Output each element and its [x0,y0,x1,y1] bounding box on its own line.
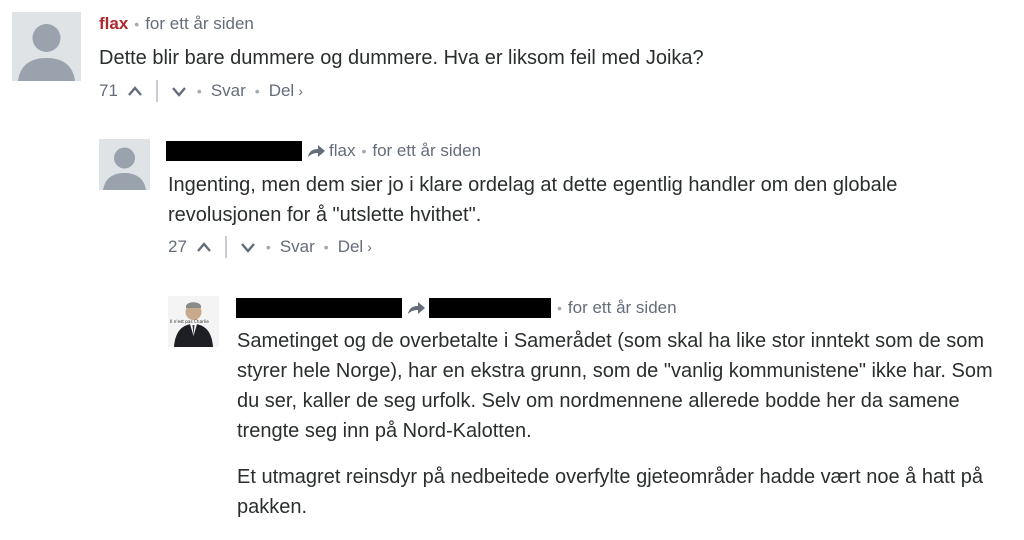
comment-footer: 71 • Svar • Del › [99,80,303,102]
comment-body: Sametinget og de overbetalte i Samerådet… [237,326,1017,538]
default-avatar-icon [99,139,150,190]
vote-count: 71 [99,81,118,100]
comment-paragraph: Sametinget og de overbetalte i Samerådet… [237,330,993,442]
reply-button[interactable]: Svar [211,81,246,101]
vote-count: 27 [168,237,187,256]
downvote-chevron-down-icon[interactable] [170,82,188,100]
footer-separator: • [254,83,260,99]
upvote-chevron-up-icon[interactable] [195,238,213,256]
comment-text: Dette blir bare dummere og dummere. Hva … [99,47,704,69]
reply-button[interactable]: Svar [280,237,315,257]
user-avatar[interactable]: Il n'est pas Charlie [168,296,219,347]
redacted-reply-to [429,298,551,318]
comment-text: Ingenting, men dem sier jo i klare ordel… [168,174,898,226]
footer-separator: • [323,239,329,255]
comment-timestamp[interactable]: for ett år siden [372,141,481,161]
downvote-chevron-down-icon[interactable] [239,238,257,256]
meta-separator: • [557,300,562,316]
avatar-caption: Il n'est pas Charlie [170,319,209,324]
share-label: Del [268,81,295,100]
share-button[interactable]: Del › [269,81,303,101]
comment-header: flax • for ett år siden [166,141,481,161]
default-avatar-icon [12,12,81,81]
redacted-author [166,141,302,161]
reply-arrow-icon [408,302,425,314]
comment-timestamp[interactable]: for ett år siden [568,298,677,318]
chevron-right-icon: › [298,83,303,99]
vote-divider [224,236,227,258]
user-avatar[interactable] [12,12,81,81]
comment-timestamp[interactable]: for ett år siden [145,14,254,34]
footer-separator: • [196,83,202,99]
user-photo-avatar: Il n'est pas Charlie [168,296,219,347]
comment-header: flax • for ett år siden [99,14,254,34]
reply-to-author[interactable]: flax [329,141,355,161]
meta-separator: • [134,16,140,32]
user-avatar[interactable] [99,139,150,190]
footer-separator: • [265,239,271,255]
vote-divider [155,80,158,102]
comment-body: Ingenting, men dem sier jo i klare ordel… [168,170,988,246]
comment-header: • for ett år siden [236,298,677,318]
chevron-right-icon: › [367,239,372,255]
share-label: Del [337,237,364,256]
comment-paragraph: Et utmagret reinsdyr på nedbeitede overf… [237,466,984,518]
meta-separator: • [361,143,367,159]
comment-author[interactable]: flax [99,14,128,34]
share-button[interactable]: Del › [338,237,372,257]
comment-footer: 27 • Svar • Del › [168,236,372,258]
upvote-chevron-up-icon[interactable] [126,82,144,100]
redacted-author [236,298,402,318]
reply-arrow-icon [308,145,325,157]
